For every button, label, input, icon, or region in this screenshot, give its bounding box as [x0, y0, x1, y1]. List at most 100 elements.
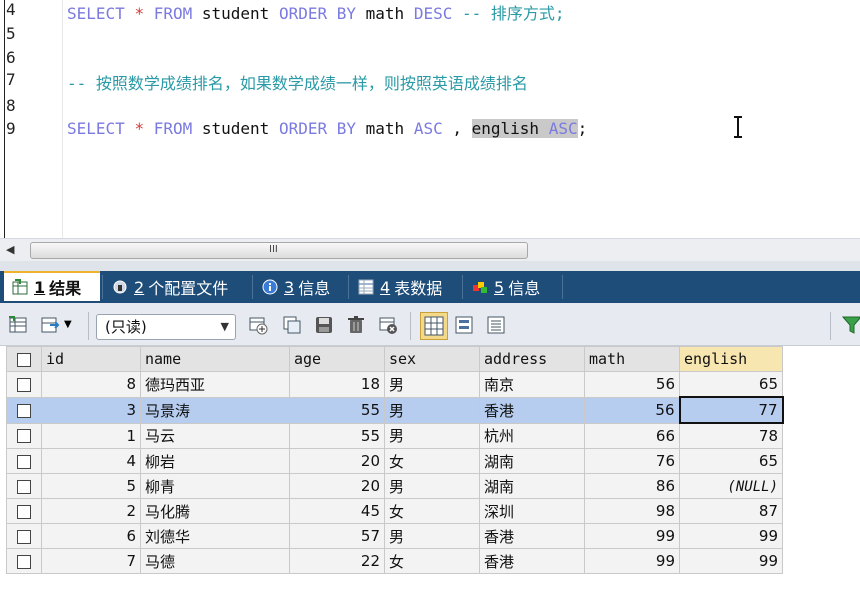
scroll-left-arrow-icon[interactable]: ◀ — [6, 243, 14, 256]
cell-age[interactable]: 55 — [289, 422, 385, 449]
cell-name[interactable]: 马德 — [140, 548, 290, 574]
row-checkbox-cell[interactable] — [6, 448, 42, 474]
code-line[interactable]: SELECT * FROM student ORDER BY math DESC… — [67, 0, 565, 24]
cell-age[interactable]: 18 — [289, 371, 385, 398]
checkbox-icon[interactable] — [17, 352, 31, 367]
cell-address[interactable]: 杭州 — [479, 422, 585, 449]
tab-info-2[interactable]: 5 信息 — [472, 271, 540, 303]
cell-sex[interactable]: 男 — [384, 396, 480, 424]
table-row[interactable]: 8 德玛西亚 18 男南京 56 65 — [6, 371, 783, 398]
cell-sex[interactable]: 男 — [384, 473, 480, 499]
column-header-address[interactable]: address — [479, 346, 585, 372]
cell-age[interactable]: 57 — [289, 523, 385, 549]
cell-sex[interactable]: 男 — [384, 371, 480, 398]
text-mode-icon[interactable] — [486, 315, 506, 335]
scrollbar-thumb[interactable]: III — [30, 242, 528, 259]
row-checkbox-cell[interactable] — [6, 396, 42, 424]
cell-name[interactable]: 柳岩 — [140, 448, 290, 474]
cell-age[interactable]: 22 — [289, 548, 385, 574]
form-mode-icon[interactable] — [454, 315, 474, 335]
checkbox-icon[interactable] — [17, 429, 31, 444]
checkbox-icon[interactable] — [17, 377, 31, 392]
cell-english[interactable]: (NULL) — [679, 473, 783, 499]
table-row[interactable]: 6 刘德华 57 男香港 99 99 — [6, 523, 783, 549]
row-checkbox-cell[interactable] — [6, 422, 42, 449]
checkbox-icon[interactable] — [17, 529, 31, 544]
table-row[interactable]: 2 马化腾 45 女深圳 98 87 — [6, 498, 783, 524]
cell-address[interactable]: 深圳 — [479, 498, 585, 524]
tab-info[interactable]: 3 信息 — [262, 271, 330, 303]
row-checkbox-cell[interactable] — [6, 473, 42, 499]
table-row[interactable]: 5 柳青 20 男湖南 86 (NULL) — [6, 473, 783, 499]
tab-profile[interactable]: 2 个配置文件 — [112, 271, 228, 303]
select-all-checkbox-header[interactable] — [6, 346, 42, 372]
save-icon[interactable] — [314, 315, 334, 335]
filter-icon[interactable] — [841, 315, 860, 335]
cell-sex[interactable]: 男 — [384, 422, 480, 449]
cell-english[interactable]: 77 — [678, 396, 784, 424]
tab-result[interactable]: 1 结果 — [4, 271, 100, 301]
table-row[interactable]: 4 柳岩 20 女湖南 76 65 — [6, 448, 783, 474]
row-checkbox-cell[interactable] — [6, 371, 42, 398]
cell-english[interactable]: 65 — [679, 448, 783, 474]
table-row[interactable]: 7 马德 22 女香港 99 99 — [6, 548, 783, 574]
cell-id[interactable]: 1 — [41, 422, 141, 449]
readonly-select[interactable]: (只读) ▼ — [96, 314, 236, 340]
column-header-sex[interactable]: sex — [384, 346, 480, 372]
column-header-math[interactable]: math — [584, 346, 680, 372]
cell-age[interactable]: 55 — [289, 396, 385, 424]
delete-icon[interactable] — [346, 315, 366, 335]
checkbox-icon[interactable] — [17, 504, 31, 519]
grid-mode-icon[interactable] — [420, 312, 448, 340]
cell-address[interactable]: 香港 — [479, 396, 585, 424]
table-row[interactable]: 1 马云 55 男杭州 66 78 — [6, 422, 783, 449]
tab-table-data[interactable]: 4 表数据 — [358, 271, 442, 303]
cell-math[interactable]: 99 — [584, 523, 680, 549]
cell-name[interactable]: 刘德华 — [140, 523, 290, 549]
cell-sex[interactable]: 女 — [384, 548, 480, 574]
duplicate-row-icon[interactable] — [282, 315, 302, 335]
cell-id[interactable]: 3 — [41, 396, 141, 424]
cell-name[interactable]: 马化腾 — [140, 498, 290, 524]
cell-name[interactable]: 马云 — [140, 422, 290, 449]
cell-math[interactable]: 66 — [584, 422, 680, 449]
checkbox-icon[interactable] — [17, 479, 31, 494]
cell-age[interactable]: 20 — [289, 473, 385, 499]
cell-id[interactable]: 7 — [41, 548, 141, 574]
cell-id[interactable]: 6 — [41, 523, 141, 549]
cell-english[interactable]: 65 — [679, 371, 783, 398]
cell-math[interactable]: 86 — [584, 473, 680, 499]
sql-editor[interactable]: 4 SELECT * FROM student ORDER BY math DES… — [0, 0, 860, 238]
column-header-age[interactable]: age — [289, 346, 385, 372]
cell-english[interactable]: 99 — [679, 523, 783, 549]
cell-english[interactable]: 99 — [679, 548, 783, 574]
cell-id[interactable]: 2 — [41, 498, 141, 524]
cell-name[interactable]: 马景涛 — [140, 396, 290, 424]
cell-id[interactable]: 4 — [41, 448, 141, 474]
checkbox-icon[interactable] — [17, 454, 31, 469]
export-icon[interactable] — [40, 315, 60, 335]
cell-english[interactable]: 87 — [679, 498, 783, 524]
code-line[interactable]: -- 按照数学成绩排名，如果数学成绩一样，则按照英语成绩排名 — [67, 70, 528, 94]
cell-math[interactable]: 56 — [584, 371, 680, 398]
cell-sex[interactable]: 女 — [384, 448, 480, 474]
insert-row-icon[interactable] — [248, 315, 268, 335]
row-checkbox-cell[interactable] — [6, 548, 42, 574]
code-line[interactable]: SELECT * FROM student ORDER BY math ASC … — [67, 119, 587, 138]
column-header-id[interactable]: id — [41, 346, 141, 372]
cell-sex[interactable]: 男 — [384, 523, 480, 549]
cell-age[interactable]: 45 — [289, 498, 385, 524]
cell-address[interactable]: 湖南 — [479, 473, 585, 499]
cell-address[interactable]: 南京 — [479, 371, 585, 398]
result-grid[interactable]: id name age sex address math english 8 德玛西亚 18 男南… — [6, 346, 784, 574]
checkbox-icon[interactable] — [17, 403, 31, 418]
cell-address[interactable]: 香港 — [479, 523, 585, 549]
editor-horizontal-scrollbar[interactable]: ◀ III — [0, 238, 860, 261]
row-checkbox-cell[interactable] — [6, 523, 42, 549]
cell-name[interactable]: 德玛西亚 — [140, 371, 290, 398]
table-row[interactable]: 3 马景涛 55 男香港 56 77 — [6, 396, 784, 424]
cancel-changes-icon[interactable] — [378, 315, 398, 335]
cell-math[interactable]: 76 — [584, 448, 680, 474]
cell-name[interactable]: 柳青 — [140, 473, 290, 499]
column-header-name[interactable]: name — [140, 346, 290, 372]
